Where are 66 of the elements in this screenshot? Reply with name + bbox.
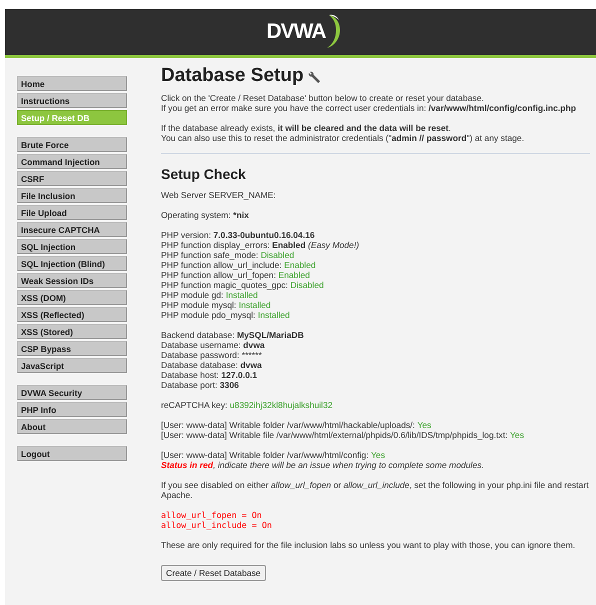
code-line: allow_url_fopen = On <box>161 510 262 520</box>
check-label: PHP function magic_quotes_gpc: <box>161 280 289 290</box>
menu-item[interactable]: Brute Force <box>17 137 127 152</box>
status-value: Disabled <box>290 280 324 290</box>
check-label: PHP module mysql: <box>161 300 238 310</box>
status-value: Yes <box>370 450 386 460</box>
page-title: Database Setup <box>161 65 304 87</box>
status-value: u8392ihj32kl8hujalkshuil32 <box>230 400 333 410</box>
note-text: These are only required for the file inclusion labs so unless you want to play with those, you can ignore them. <box>161 540 576 550</box>
menu-item[interactable]: File Upload <box>17 205 127 220</box>
check-text: If you see disabled on either allow_url_fopen or allow_url_include, set the following in your php.ini file and restart Apache. <box>161 480 590 500</box>
menu-item[interactable]: Insecure CAPTCHA <box>17 222 127 237</box>
check-label: [User: www-data] Writable file /var/www/html/external/phpids/0.6/lib/IDS/tmp/phpids_log.txt: <box>161 430 509 440</box>
menu-item[interactable]: CSRF <box>17 171 127 186</box>
menu-item[interactable]: JavaScript <box>17 358 127 373</box>
menu-item[interactable]: SQL Injection <box>17 239 127 254</box>
status-value: Yes <box>417 420 432 430</box>
status-value: Installed <box>258 310 290 320</box>
check-label: [User: www-data] Writable folder /var/www/html/config: <box>161 450 370 460</box>
check-label: PHP module pdo_mysql: <box>161 310 256 320</box>
menu-item[interactable]: DVWA Security <box>17 385 127 400</box>
check-label: [User: www-data] Writable folder /var/www/html/hackable/uploads/: <box>161 420 416 430</box>
check-text: Database port: 3306 <box>161 380 239 390</box>
menu-item[interactable]: XSS (Reflected) <box>17 307 127 322</box>
menu-item[interactable]: Command Injection <box>17 154 127 169</box>
check-text: Database username: dvwa <box>161 340 265 350</box>
menu-item[interactable]: Home <box>17 76 127 91</box>
check-text: Backend database: MySQL/MariaDB <box>161 330 304 340</box>
menu-item[interactable]: SQL Injection (Blind) <box>17 256 127 271</box>
create-reset-database-button[interactable]: Create / Reset Database <box>161 565 266 581</box>
intro-text: Click on the 'Create / Reset Database' button below to create or reset your database. <box>161 93 484 103</box>
menu-item[interactable]: CSP Bypass <box>17 341 127 356</box>
check-text: Database password: ****** <box>161 350 262 360</box>
status-value: Enabled <box>284 260 316 270</box>
section-title: Setup Check <box>161 166 247 182</box>
status-value: Installed <box>226 290 258 300</box>
check-text: Database host: 127.0.0.1 <box>161 370 258 380</box>
check-text: Operating system: *nix <box>161 210 249 220</box>
check-label: PHP function allow_url_include: <box>161 260 283 270</box>
check-label: PHP function safe_mode: <box>161 250 260 260</box>
intro-text: You can also use this to reset the administrator credentials ("admin // password") at any stage. <box>161 133 524 143</box>
menu-item[interactable]: Weak Session IDs <box>17 273 127 288</box>
menu-item[interactable]: File Inclusion <box>17 188 127 203</box>
status-value: Disabled <box>260 250 294 260</box>
check-text: Web Server SERVER_NAME: <box>161 190 276 200</box>
menu-item[interactable]: XSS (DOM) <box>17 290 127 305</box>
menu-item[interactable]: About <box>17 419 127 434</box>
status-value: Enabled <box>278 270 310 280</box>
menu-item[interactable]: PHP Info <box>17 402 127 417</box>
menu-item[interactable]: Logout <box>17 446 127 461</box>
check-text: PHP version: 7.0.33-0ubuntu0.16.04.16 <box>161 230 315 240</box>
warning-text: Status in red, indicate there will be an issue when trying to complete some modules. <box>161 460 484 470</box>
check-text: PHP function display_errors: Enabled (Easy Mode!) <box>161 240 360 250</box>
logo-text: DVWA <box>266 20 326 44</box>
wrench-icon <box>308 70 321 84</box>
menu-item[interactable]: Instructions <box>17 93 127 108</box>
status-value: Installed <box>238 300 271 310</box>
check-label: PHP function allow_url_fopen: <box>161 270 277 280</box>
check-text: Database database: dvwa <box>161 360 262 370</box>
menu-item[interactable]: XSS (Stored) <box>17 324 127 339</box>
check-label: PHP module gd: <box>161 290 224 300</box>
check-label: reCAPTCHA key: <box>161 400 228 410</box>
intro-text: If you get an error make sure you have the correct user credentials in: /var/www/html/config/config.inc.php <box>161 103 576 113</box>
code-line: allow_url_include = On <box>161 520 272 530</box>
status-value: Yes <box>510 430 524 440</box>
intro-text: If the database already exists, it will be cleared and the data will be reset. <box>161 123 451 133</box>
